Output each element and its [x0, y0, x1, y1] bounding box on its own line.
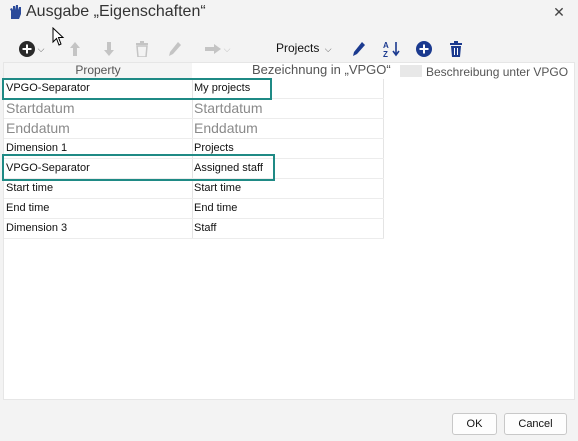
ok-button[interactable]: OK — [452, 413, 497, 435]
table-row[interactable]: Enddatum Enddatum — [4, 119, 384, 139]
title-bar: Ausgabe „Eigenschaften“ ✕ — [0, 0, 578, 26]
toolbar: ⌵ ⌵ Projects ⌵ A Z — [0, 36, 578, 62]
vpgo-cell[interactable]: Projects — [194, 142, 234, 154]
column-header-description[interactable]: Beschreibung unter VPGO — [426, 65, 568, 81]
sort-az-icon: A Z — [383, 41, 400, 58]
arrow-down-icon — [104, 42, 114, 56]
vpgo-cell[interactable]: End time — [194, 202, 237, 214]
svg-text:Z: Z — [383, 50, 388, 58]
chevron-down-icon: ⌵ — [223, 43, 231, 54]
add-item-button[interactable] — [414, 36, 434, 62]
rename-disabled-button[interactable] — [166, 36, 184, 62]
property-cell[interactable]: Enddatum — [6, 120, 70, 136]
projects-dropdown[interactable]: Projects ⌵ — [276, 41, 332, 55]
trash-icon — [136, 41, 148, 57]
property-cell[interactable]: End time — [6, 202, 49, 214]
highlight-box — [2, 78, 272, 100]
column-header-vpgo[interactable]: Bezeichnung in „VPGO“ — [252, 62, 391, 78]
move-right-button[interactable]: ⌵ — [200, 36, 234, 62]
add-circle-icon — [416, 41, 432, 57]
trash-icon — [450, 41, 462, 57]
app-hand-icon — [10, 5, 21, 19]
edit-pencil-icon — [353, 42, 365, 56]
property-cell[interactable]: Dimension 3 — [6, 222, 67, 234]
add-menu-button[interactable]: ⌵ — [14, 36, 48, 62]
vpgo-cell[interactable]: Enddatum — [194, 120, 258, 136]
pencil-icon — [169, 42, 181, 56]
chevron-down-icon: ⌵ — [324, 44, 332, 54]
arrow-right-icon — [204, 44, 221, 54]
properties-grid: Property Bezeichnung in „VPGO“ Beschreib… — [2, 62, 575, 400]
sort-button[interactable]: A Z — [382, 36, 402, 62]
table-row[interactable]: Dimension 3 Staff — [4, 219, 384, 239]
chevron-down-icon: ⌵ — [37, 43, 45, 54]
property-cell[interactable]: Dimension 1 — [6, 142, 67, 154]
highlight-box — [2, 154, 275, 181]
arrow-up-icon — [70, 42, 80, 56]
projects-dropdown-label: Projects — [276, 41, 320, 55]
table-row[interactable]: Startdatum Startdatum — [4, 99, 384, 119]
svg-text:A: A — [383, 41, 389, 50]
vpgo-cell[interactable]: Start time — [194, 182, 241, 194]
table-row[interactable]: Start time Start time — [4, 179, 384, 199]
close-button[interactable]: ✕ — [546, 1, 572, 23]
cancel-button[interactable]: Cancel — [504, 413, 567, 435]
delete-button[interactable] — [447, 36, 465, 62]
table-row[interactable]: End time End time — [4, 199, 384, 219]
edit-button[interactable] — [350, 36, 368, 62]
add-circle-icon — [18, 41, 35, 57]
vpgo-cell[interactable]: Startdatum — [194, 100, 262, 116]
vpgo-cell[interactable]: Staff — [194, 222, 216, 234]
window-title: Ausgabe „Eigenschaften“ — [26, 3, 206, 20]
property-cell[interactable]: Startdatum — [6, 100, 74, 116]
property-cell[interactable]: Start time — [6, 182, 53, 194]
column-header-property[interactable]: Property — [4, 63, 192, 79]
column-header-separator — [400, 65, 422, 77]
move-up-button[interactable] — [66, 36, 84, 62]
delete-disabled-button[interactable] — [133, 36, 151, 62]
move-down-button[interactable] — [100, 36, 118, 62]
